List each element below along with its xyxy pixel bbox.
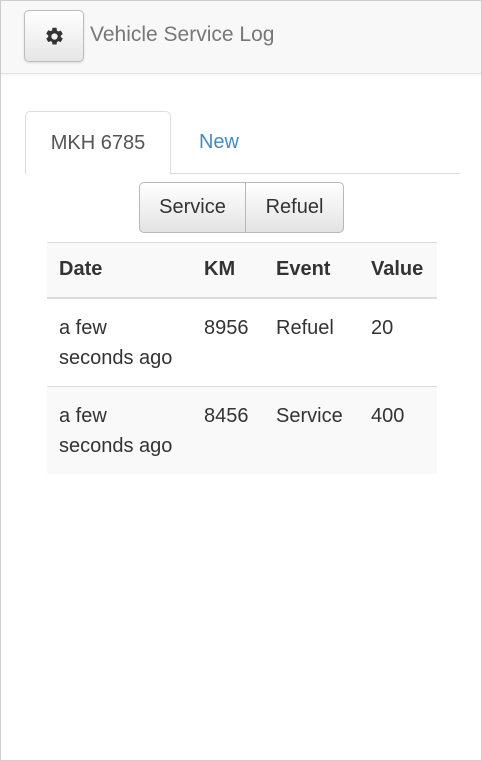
cell-km: 8956 (192, 297, 264, 387)
cell-value: 20 (359, 297, 437, 387)
column-header-date[interactable]: Date (47, 242, 192, 299)
column-header-km[interactable]: KM (192, 242, 264, 299)
app-title: Vehicle Service Log (90, 23, 275, 46)
app-frame: Vehicle Service Log MKH 6785 New Service… (0, 0, 482, 761)
cell-event: Service (264, 386, 359, 474)
cell-value: 400 (359, 386, 437, 474)
service-button[interactable]: Service (139, 182, 246, 233)
column-header-value[interactable]: Value (359, 242, 437, 299)
navbar: Vehicle Service Log (1, 1, 481, 74)
event-button-group: Service Refuel (139, 182, 344, 233)
cell-km: 8456 (192, 386, 264, 474)
cell-date: a few seconds ago (47, 297, 192, 387)
cell-event: Refuel (264, 297, 359, 387)
service-log-table: Date KM Event Value a few seconds ago 89… (47, 242, 437, 474)
column-header-event[interactable]: Event (264, 242, 359, 299)
table-row[interactable]: a few seconds ago 8956 Refuel 20 (47, 297, 437, 387)
settings-button[interactable] (24, 10, 84, 62)
vehicle-tabs: MKH 6785 New (25, 111, 460, 175)
refuel-button[interactable]: Refuel (245, 182, 344, 233)
tab-new[interactable]: New (171, 111, 267, 174)
gear-icon (44, 26, 65, 47)
table-header-row: Date KM Event Value (47, 242, 437, 299)
cell-date: a few seconds ago (47, 386, 192, 474)
table-row[interactable]: a few seconds ago 8456 Service 400 (47, 386, 437, 474)
tab-vehicle-mkh-6785[interactable]: MKH 6785 (25, 111, 171, 175)
